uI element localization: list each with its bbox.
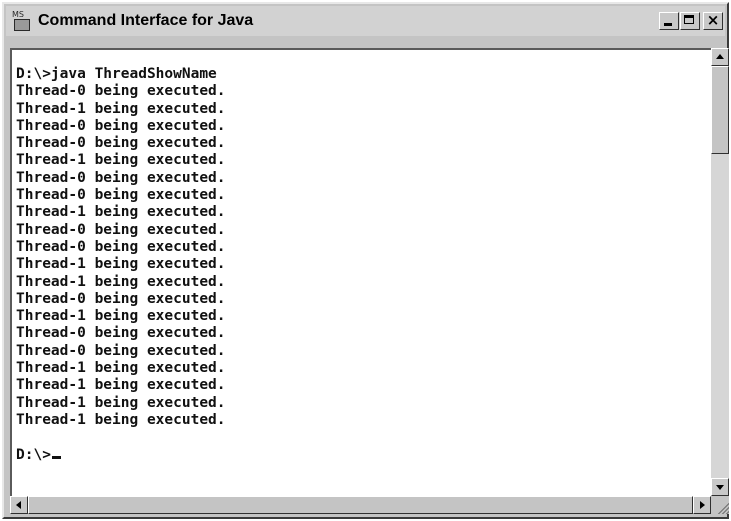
command-line: D:\>java ThreadShowName <box>16 66 217 82</box>
output-line: Thread-1 being executed. <box>16 377 226 394</box>
scroll-up-button[interactable] <box>711 48 729 66</box>
arrow-down-icon <box>716 485 724 490</box>
scroll-down-button[interactable] <box>711 478 729 496</box>
text-cursor <box>51 455 61 459</box>
minimize-icon <box>664 23 672 26</box>
console-lines: D:\>java ThreadShowName Thread-0 being e… <box>16 66 226 463</box>
output-line: Thread-0 being executed. <box>16 187 226 204</box>
arrow-right-icon <box>700 501 705 509</box>
resize-grip-icon[interactable] <box>711 496 729 514</box>
output-line: Thread-0 being executed. <box>16 169 226 186</box>
output-line: Thread-0 being executed. <box>16 342 226 359</box>
output-line: Thread-1 being executed. <box>16 273 226 290</box>
output-line: Thread-0 being executed. <box>16 238 226 255</box>
vertical-scrollbar[interactable] <box>711 48 729 496</box>
output-line: Thread-1 being executed. <box>16 394 226 411</box>
output-line: Thread-0 being executed. <box>16 290 226 307</box>
output-line: Thread-1 being executed. <box>16 360 226 377</box>
window-title: Command Interface for Java <box>38 12 254 29</box>
output-line: Thread-1 being executed. <box>16 152 226 169</box>
scroll-right-button[interactable] <box>693 496 711 514</box>
output-line: Thread-1 being executed. <box>16 308 226 325</box>
arrow-up-icon <box>716 54 724 59</box>
maximize-button[interactable] <box>680 12 700 30</box>
output-line: Thread-1 being executed. <box>16 100 226 117</box>
horizontal-scroll-thumb[interactable] <box>28 496 693 514</box>
output-line: Thread-1 being executed. <box>16 256 226 273</box>
arrow-left-icon <box>16 501 21 509</box>
ms-dos-icon[interactable]: MS <box>12 11 32 31</box>
maximize-icon <box>684 15 694 24</box>
output-line: Thread-0 being executed. <box>16 325 226 342</box>
horizontal-scrollbar[interactable] <box>10 496 711 514</box>
output-line: Thread-0 being executed. <box>16 221 226 238</box>
output-line: Thread-0 being executed. <box>16 135 226 152</box>
console-text: D:\>java ThreadShowName Thread-0 being e… <box>16 66 226 464</box>
prompt-line: D:\> <box>16 446 51 463</box>
output-line: Thread-1 being executed. <box>16 204 226 221</box>
title-bar[interactable]: MS Command Interface for Java × <box>6 6 725 36</box>
close-button[interactable]: × <box>703 11 723 30</box>
output-line: Thread-0 being executed. <box>16 117 226 134</box>
output-line: Thread-0 being executed. <box>16 83 226 100</box>
minimize-button[interactable] <box>659 12 679 30</box>
output-line: Thread-1 being executed. <box>16 411 226 428</box>
console-output-area[interactable]: D:\>java ThreadShowName Thread-0 being e… <box>10 48 711 496</box>
vertical-scroll-thumb[interactable] <box>711 66 729 154</box>
close-icon: × <box>706 11 720 29</box>
scroll-left-button[interactable] <box>10 496 28 514</box>
console-window: MS Command Interface for Java × D:\>java… <box>2 2 729 519</box>
